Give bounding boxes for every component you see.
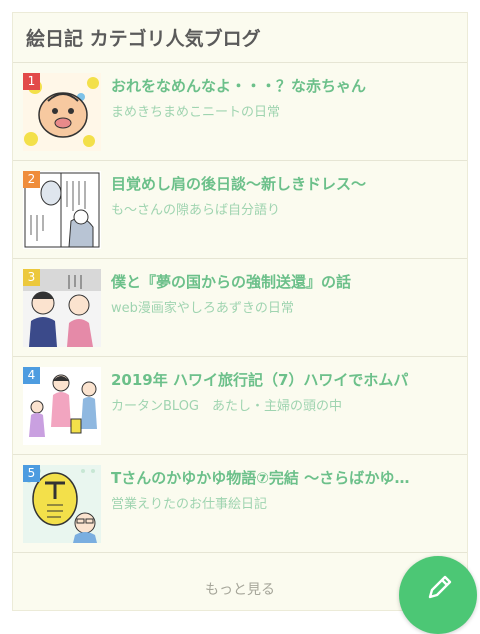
- rank-badge: 4: [23, 367, 40, 384]
- entry-title-link[interactable]: おれをなめんなよ・・・？な赤ちゃん: [111, 75, 457, 97]
- write-post-button[interactable]: [399, 556, 477, 634]
- rank-badge: 1: [23, 73, 40, 90]
- entry-title-link[interactable]: 目覚めし肩の後日談〜新しきドレス〜: [111, 173, 457, 195]
- entry-blog-name-link[interactable]: カータンBLOG あたし・主婦の頭の中: [111, 397, 457, 417]
- ranking-entry-5[interactable]: 5 Tさんのかゆかゆ物語⑦完結 〜さらばかゆ… 営業えりたのお仕事絵日記: [13, 455, 467, 553]
- ranking-entry-4[interactable]: 4 2019年 ハワイ旅行記（7）ハワイでホムパ カータンBLOG あたし・主婦…: [13, 357, 467, 455]
- entry-blog-name-link[interactable]: まめきちまめこニートの日常: [111, 103, 457, 123]
- ranking-entry-1[interactable]: 1 おれをなめんなよ・・・？な赤ちゃん まめきちまめこニートの日常: [13, 63, 467, 161]
- rank-badge: 5: [23, 465, 40, 482]
- ranking-entry-2[interactable]: 2 目覚めし肩の後日談〜新しきドレス〜 も〜さんの隙あらば自分語り: [13, 161, 467, 259]
- entry-thumbnail[interactable]: 2: [23, 171, 101, 249]
- widget-title: 絵日記 カテゴリ人気ブログ: [13, 13, 467, 63]
- rank-badge: 3: [23, 269, 40, 286]
- pencil-icon: [428, 575, 452, 599]
- entry-thumbnail[interactable]: 5: [23, 465, 101, 543]
- entry-blog-name-link[interactable]: も〜さんの隙あらば自分語り: [111, 201, 457, 221]
- entry-blog-name-link[interactable]: 営業えりたのお仕事絵日記: [111, 495, 457, 515]
- category-ranking-widget: 絵日記 カテゴリ人気ブログ 1 おれをなめんなよ・・・？な赤ちゃん まめきちまめ…: [12, 12, 468, 611]
- entry-title-link[interactable]: Tさんのかゆかゆ物語⑦完結 〜さらばかゆ…: [111, 467, 457, 489]
- entry-thumbnail[interactable]: 3: [23, 269, 101, 347]
- entry-blog-name-link[interactable]: web漫画家やしろあずきの日常: [111, 299, 457, 319]
- rank-badge: 2: [23, 171, 40, 188]
- entry-title-link[interactable]: 2019年 ハワイ旅行記（7）ハワイでホムパ: [111, 369, 457, 391]
- entry-thumbnail[interactable]: 4: [23, 367, 101, 445]
- ranking-entry-3[interactable]: 3 僕と『夢の国からの強制送還』の話 web漫画家やしろあずきの日常: [13, 259, 467, 357]
- entry-title-link[interactable]: 僕と『夢の国からの強制送還』の話: [111, 271, 457, 293]
- entry-thumbnail[interactable]: 1: [23, 73, 101, 151]
